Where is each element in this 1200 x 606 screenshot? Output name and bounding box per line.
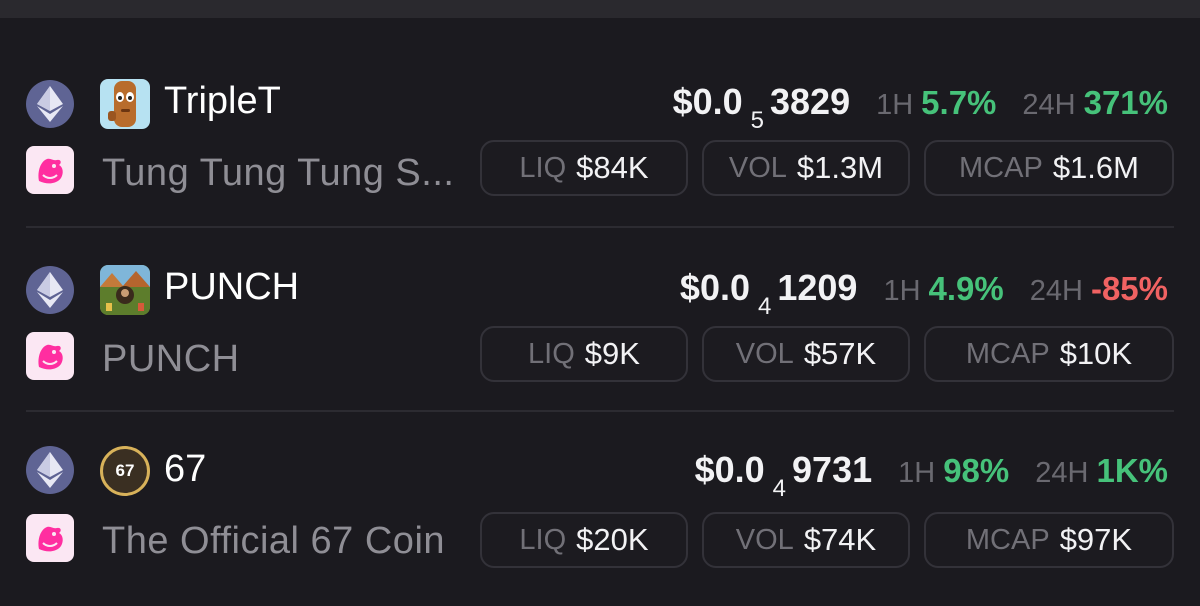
24h-label: 24H: [1035, 457, 1089, 489]
token-price: $0.0 4 1209: [679, 267, 858, 320]
1h-label: 1H: [876, 89, 914, 121]
volume-pill: VOL $1.3M: [702, 140, 910, 196]
token-row-triplet[interactable]: TripleT $0.0 5 3829 1H 5.7% 24H 371% Tung …: [0, 72, 1200, 232]
market-cap-pill: MCAP $1.6M: [924, 140, 1174, 196]
punch-token-avatar: [100, 265, 150, 315]
top-bar: [0, 0, 1200, 18]
24h-change: 1K%: [1096, 452, 1168, 489]
24h-change: -85%: [1090, 270, 1168, 307]
market-cap-pill: MCAP $10K: [924, 326, 1174, 382]
price-line: $0.0 5 3829 1H 5.7% 24H 371%: [672, 81, 1168, 134]
price-line: $0.0 4 9731 1H 98% 24H 1K%: [694, 449, 1168, 502]
volume-pill: VOL $74K: [702, 512, 910, 568]
67-coin-avatar: 67: [100, 446, 150, 496]
uniswap-icon: [26, 146, 74, 194]
1h-label: 1H: [883, 275, 921, 307]
token-name: The Official 67 Coin: [102, 520, 446, 562]
ethereum-icon: [26, 80, 74, 128]
token-price: $0.0 4 9731: [694, 449, 873, 502]
row-divider: [26, 410, 1174, 412]
liquidity-pill: LIQ $84K: [480, 140, 688, 196]
token-name: PUNCH: [102, 338, 240, 380]
24h-label: 24H: [1029, 275, 1083, 307]
liquidity-pill: LIQ $9K: [480, 326, 688, 382]
token-symbol: TripleT: [164, 80, 281, 122]
liquidity-pill: LIQ $20K: [480, 512, 688, 568]
uniswap-icon: [26, 332, 74, 380]
token-symbol: PUNCH: [164, 266, 300, 308]
volume-pill: VOL $57K: [702, 326, 910, 382]
1h-change: 4.9%: [928, 270, 1004, 307]
price-line: $0.0 4 1209 1H 4.9% 24H -85%: [679, 267, 1168, 320]
token-price: $0.0 5 3829: [672, 81, 851, 134]
token-row-67[interactable]: 67 67 $0.0 4 9731 1H 98% 24H 1K% The Offic…: [0, 446, 1200, 606]
token-name: Tung Tung Tung S...: [102, 152, 455, 194]
token-symbol: 67: [164, 448, 207, 490]
ethereum-icon: [26, 266, 74, 314]
triplet-token-avatar: [100, 79, 150, 129]
1h-label: 1H: [898, 457, 936, 489]
24h-label: 24H: [1022, 89, 1076, 121]
1h-change: 5.7%: [921, 84, 997, 121]
ethereum-icon: [26, 446, 74, 494]
1h-change: 98%: [943, 452, 1010, 489]
market-cap-pill: MCAP $97K: [924, 512, 1174, 568]
token-row-punch[interactable]: PUNCH $0.0 4 1209 1H 4.9% 24H -85% PUNCH L…: [0, 258, 1200, 418]
row-divider: [26, 226, 1174, 228]
24h-change: 371%: [1083, 84, 1168, 121]
uniswap-icon: [26, 514, 74, 562]
